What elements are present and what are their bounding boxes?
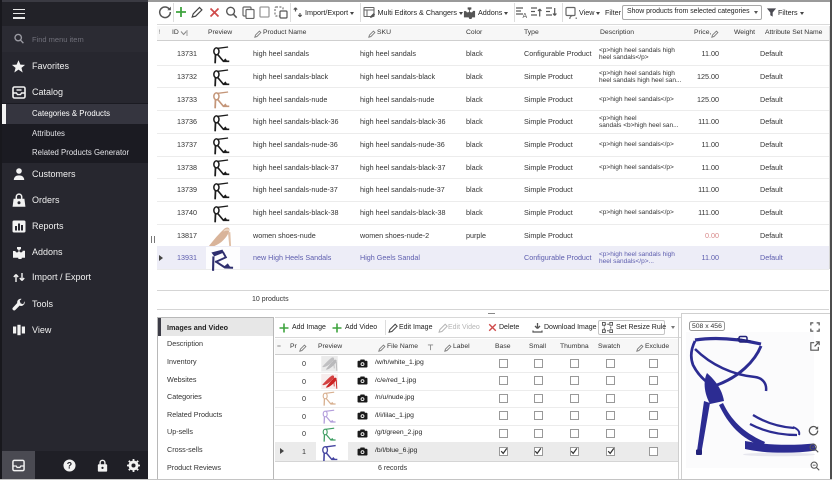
svg-text:A: A: [523, 13, 528, 18]
svg-text:?: ?: [67, 460, 72, 470]
